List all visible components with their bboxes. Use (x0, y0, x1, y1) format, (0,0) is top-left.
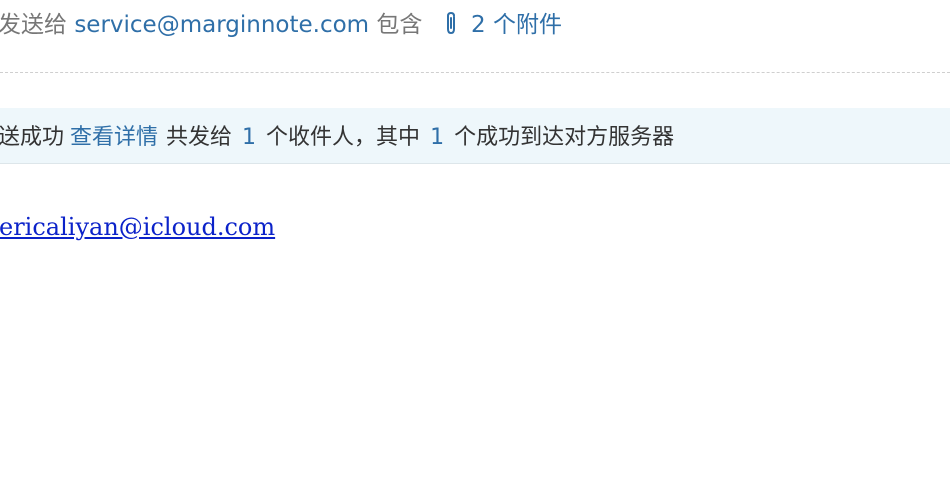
delivered-count: 1 (430, 125, 445, 150)
sent-to-label: 发送给 (0, 12, 67, 38)
includes-label: 包含 (376, 12, 423, 38)
dashed-divider (0, 72, 950, 73)
recipient-count: 1 (242, 125, 257, 150)
view-details-link[interactable]: 查看详情 (70, 125, 158, 150)
recipients-suffix: 个收件人，其中 (266, 125, 421, 150)
delivery-status-text: 送成功 查看详情 共发给 1 个收件人，其中 1 个成功到达对方服务器 (0, 123, 674, 153)
recipient-link[interactable]: service@marginnote.com (74, 12, 369, 38)
body-email-link[interactable]: ericaliyan@icloud.com (0, 211, 275, 243)
sent-to-text: 共发给 (166, 125, 233, 150)
send-success-text: 送成功 (0, 125, 65, 150)
attachment-link[interactable]: 个附件 (493, 12, 562, 38)
send-summary: 发送给 service@marginnote.com 包含 2 个附件 (0, 9, 562, 41)
paperclip-icon[interactable] (444, 11, 458, 36)
attachment-count[interactable]: 2 (471, 12, 486, 38)
delivered-suffix: 个成功到达对方服务器 (454, 125, 675, 150)
